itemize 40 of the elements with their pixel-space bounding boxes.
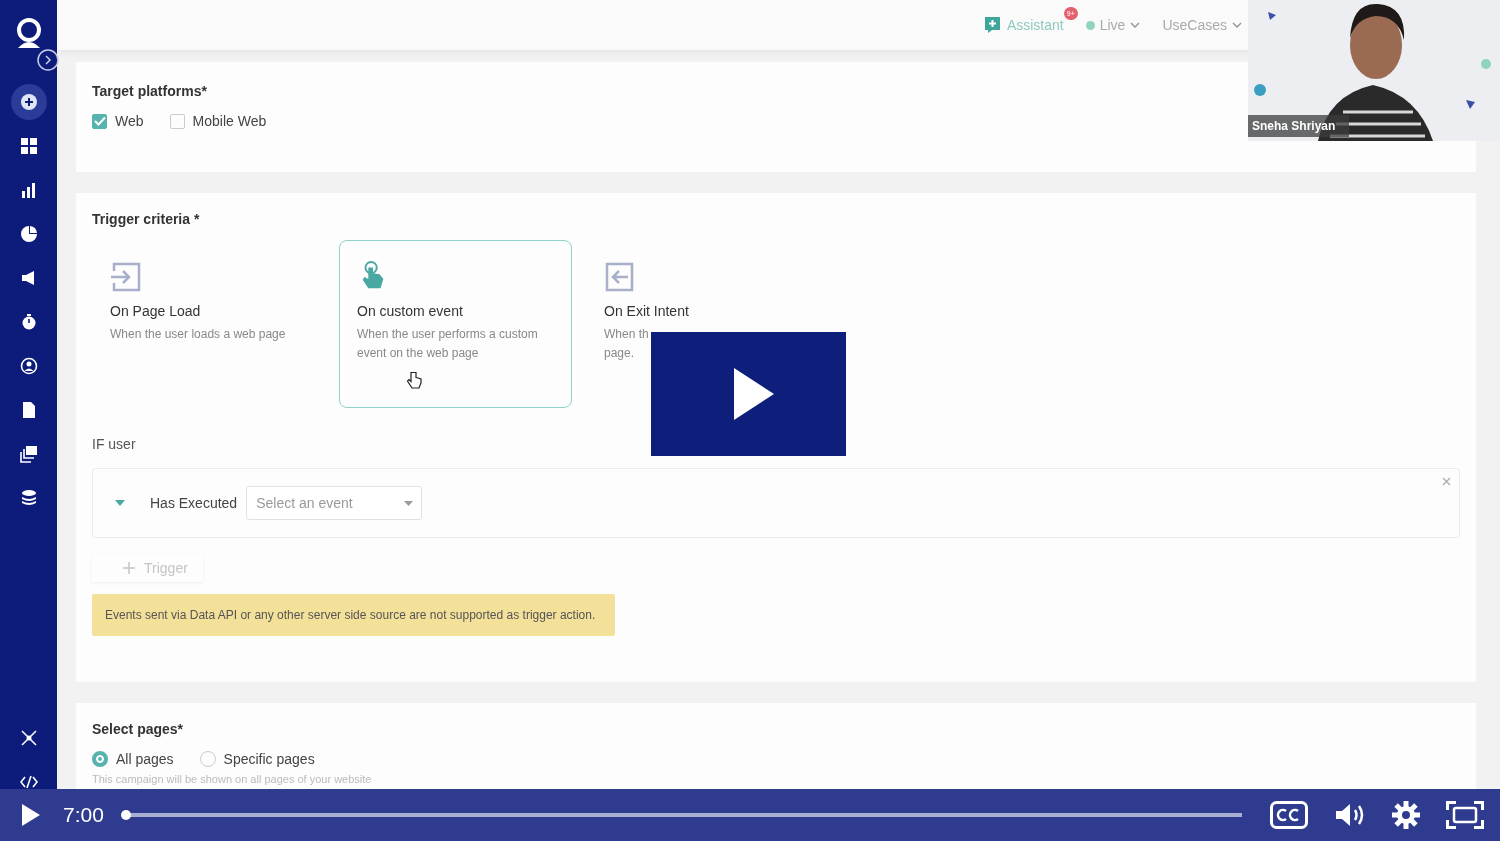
chevron-down-icon bbox=[1130, 22, 1141, 28]
hand-cursor-icon bbox=[406, 371, 422, 389]
expand-icon[interactable] bbox=[37, 49, 59, 71]
section-title: Target platforms* bbox=[92, 83, 207, 99]
checkbox-option[interactable]: Mobile Web bbox=[169, 113, 267, 129]
chevron-down-icon bbox=[1232, 22, 1242, 28]
settings-icon[interactable] bbox=[1392, 801, 1420, 829]
checkbox-option[interactable]: Web bbox=[92, 113, 144, 129]
user-avatar-icon[interactable] bbox=[14, 18, 43, 48]
section-title: Trigger criteria * bbox=[92, 211, 200, 227]
hint-text: This campaign will be shown on all pages of your website bbox=[92, 773, 372, 785]
option-title[interactable]: On Exit Intent bbox=[604, 303, 689, 319]
add-icon[interactable] bbox=[10, 84, 47, 120]
option-title[interactable]: On Page Load bbox=[110, 303, 201, 319]
fullscreen-icon[interactable] bbox=[1446, 801, 1484, 829]
enter-arrow-icon bbox=[110, 261, 142, 293]
option-description: When the user loads a web page bbox=[110, 326, 286, 343]
progress-track[interactable] bbox=[121, 813, 1242, 817]
play-icon[interactable] bbox=[21, 803, 41, 827]
play-icon bbox=[731, 366, 776, 422]
radio-option[interactable]: All pages bbox=[92, 751, 174, 767]
option-description: When th page. bbox=[604, 326, 649, 362]
trigger-option[interactable]: On custom event When the user performs a custom event on the web page bbox=[339, 240, 572, 408]
volume-icon[interactable] bbox=[1334, 802, 1366, 828]
assistant-icon bbox=[983, 16, 1001, 34]
participant-name: Sneha Shriyan bbox=[1248, 115, 1350, 137]
event-select[interactable]: Select an event bbox=[246, 486, 423, 520]
code-icon[interactable] bbox=[19, 775, 38, 789]
video-time: 7:00 bbox=[63, 803, 104, 827]
checkmark-icon bbox=[93, 116, 106, 126]
condition-label: Has Executed bbox=[150, 495, 238, 511]
plus-icon bbox=[123, 562, 135, 574]
caret-icon[interactable] bbox=[115, 500, 125, 506]
warning-notice: Events sent via Data API or any other server side source are not supported as trigger action. bbox=[92, 594, 616, 636]
field-label: IF user bbox=[92, 436, 136, 452]
captions-icon[interactable] bbox=[1270, 801, 1308, 829]
section-title: Select pages* bbox=[92, 721, 184, 737]
play-button[interactable] bbox=[651, 332, 846, 456]
radio-option[interactable]: Specific pages bbox=[199, 751, 315, 767]
caret-icon bbox=[404, 501, 414, 506]
